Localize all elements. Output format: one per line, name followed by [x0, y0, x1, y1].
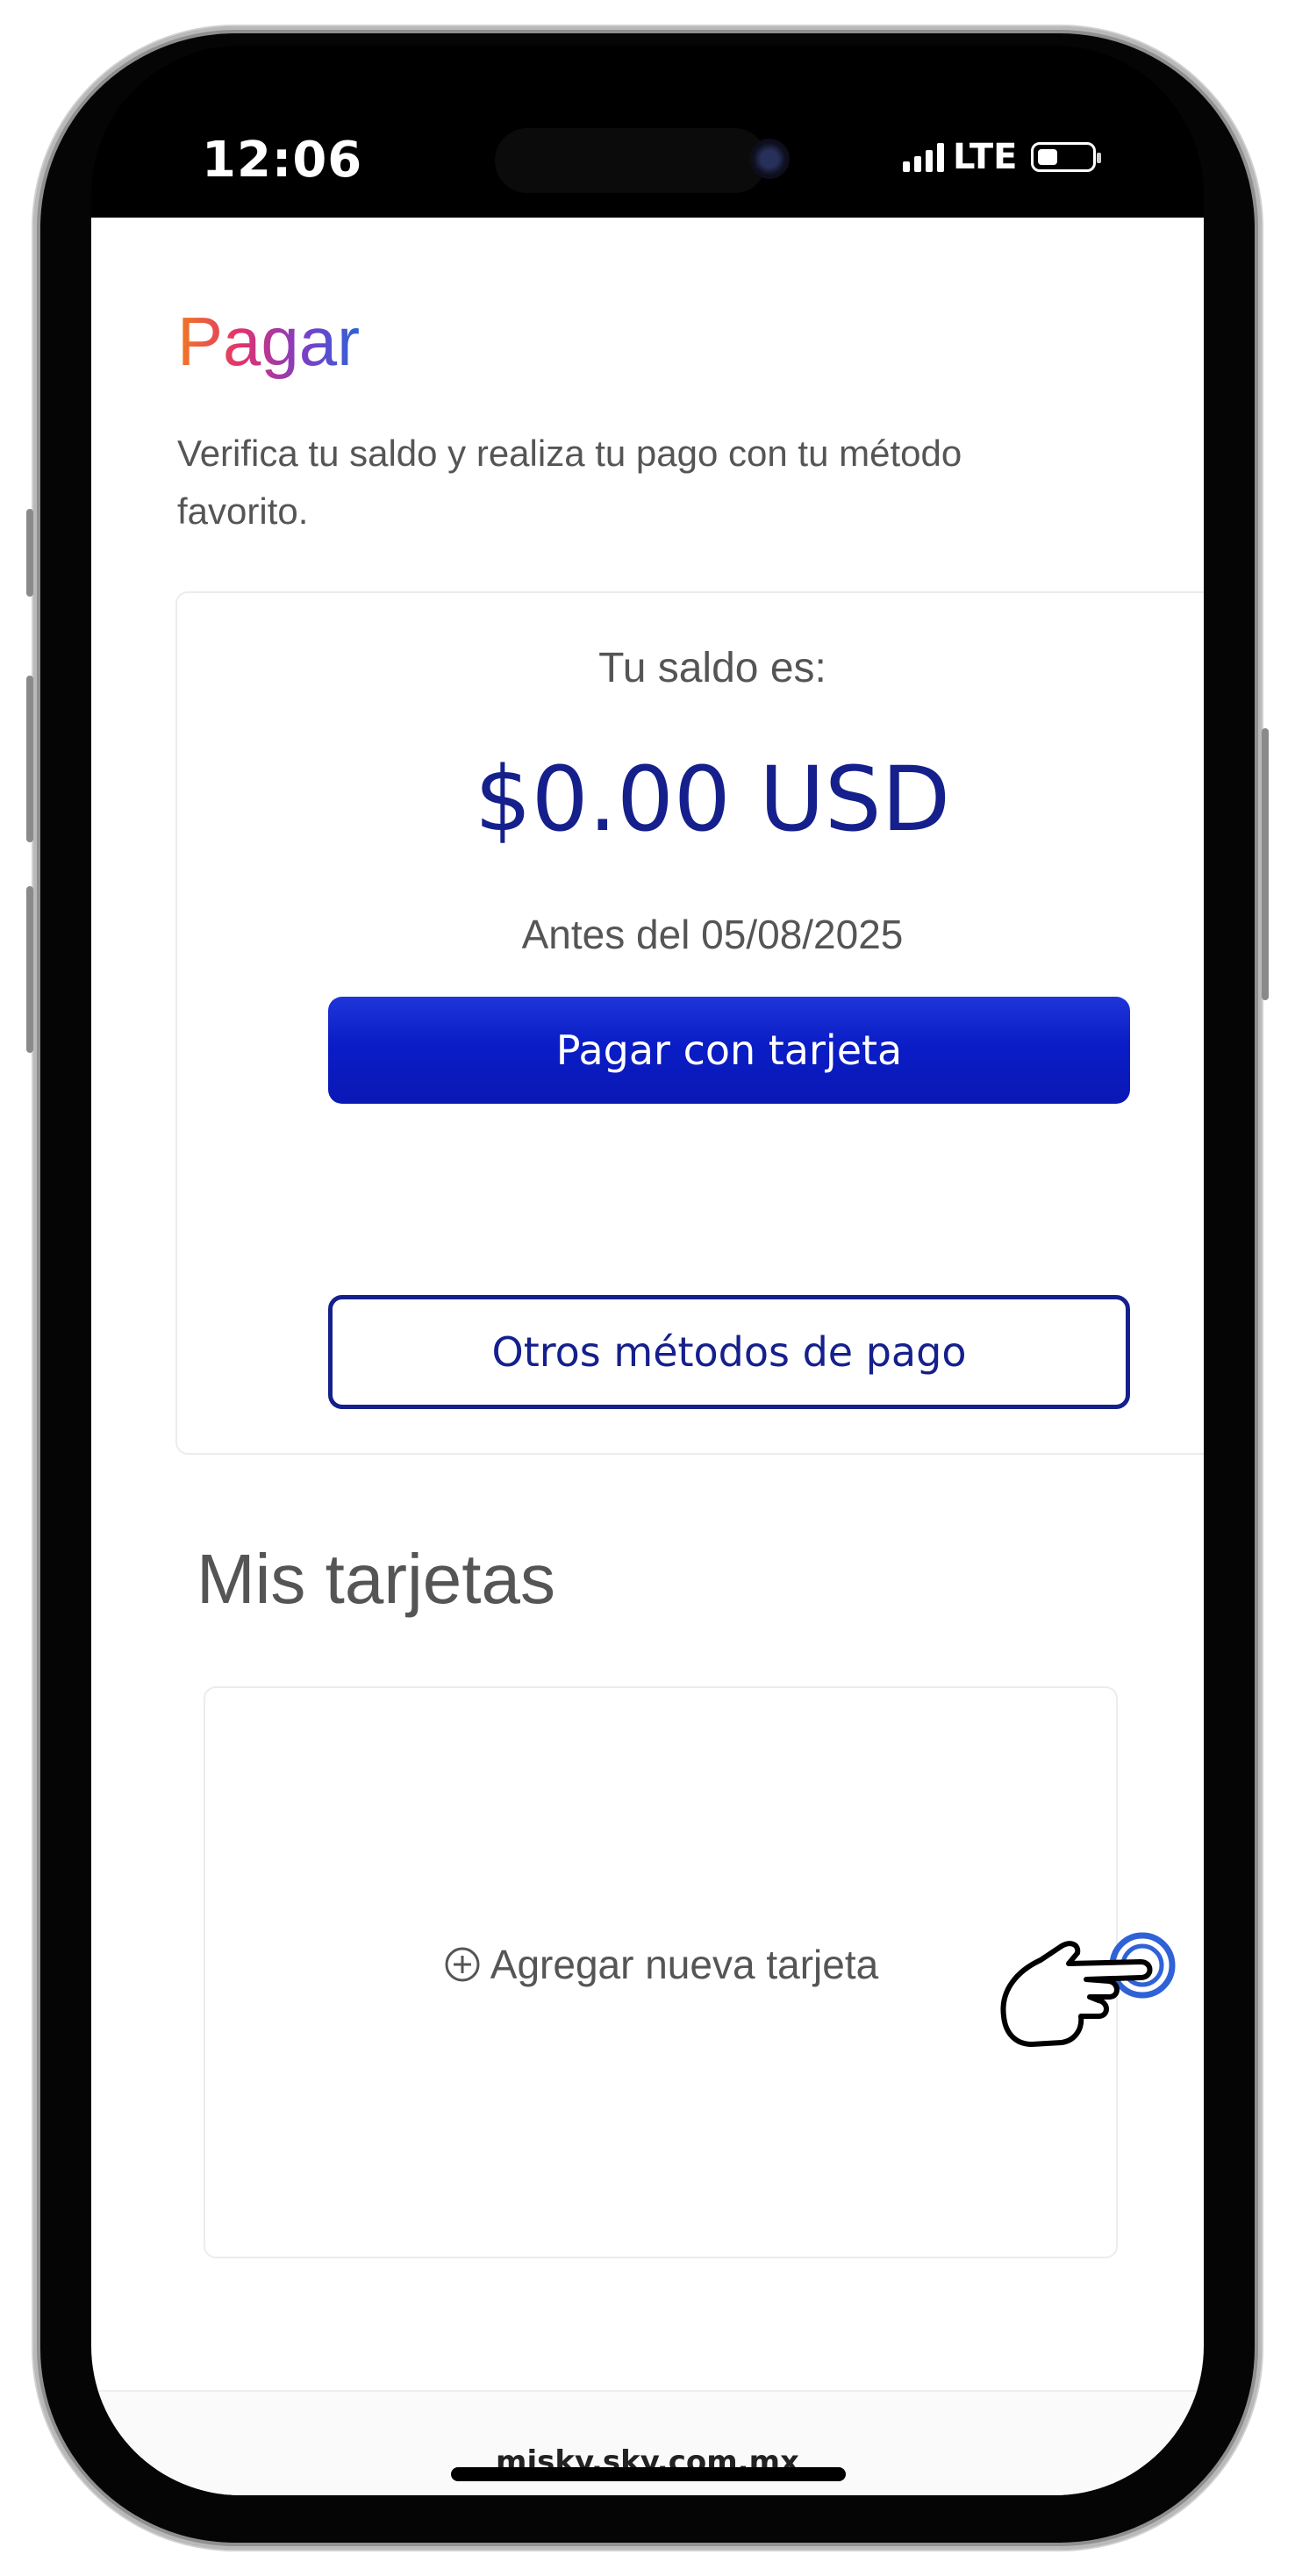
status-indicators: LTE [903, 137, 1102, 177]
hand-pointer-icon [1000, 1932, 1176, 2047]
pay-with-card-button[interactable]: Pagar con tarjeta [328, 997, 1130, 1104]
add-new-card-label: Agregar nueva tarjeta [490, 1942, 879, 1987]
balance-card: Tu saldo es: $0.00 USD Antes del 05/08/2… [175, 591, 1204, 1455]
status-time: 12:06 [202, 132, 363, 189]
volume-mute-switch [26, 509, 33, 597]
balance-label: Tu saldo es: [598, 645, 826, 691]
network-type: LTE [953, 137, 1018, 177]
battery-icon [1031, 142, 1102, 172]
my-cards-title: Mis tarjetas [197, 1540, 555, 1618]
camera-icon [749, 139, 790, 179]
plus-circle-icon [445, 1947, 480, 1982]
web-content: Pagar Verifica tu saldo y realiza tu pag… [91, 218, 1204, 2495]
phone-screen: 12:06 LTE Pagar Verifica tu saldo y real… [91, 46, 1204, 2495]
balance-amount: $0.00 USD [474, 748, 951, 852]
page-title: Pagar [177, 303, 361, 380]
add-new-card-button[interactable]: Agregar nueva tarjeta [205, 1941, 1116, 1988]
page-subtitle: Verifica tu saldo y realiza tu pago con … [177, 433, 962, 532]
other-payment-methods-button[interactable]: Otros métodos de pago [328, 1295, 1130, 1409]
volume-down-button [26, 886, 33, 1053]
status-bar: 12:06 LTE [91, 46, 1204, 218]
volume-up-button [26, 676, 33, 842]
my-cards-box: Agregar nueva tarjeta [204, 1686, 1118, 2258]
dynamic-island [495, 128, 767, 193]
power-button [1262, 728, 1269, 1000]
signal-icon [903, 142, 944, 172]
home-indicator[interactable] [451, 2467, 846, 2481]
due-date: Antes del 05/08/2025 [521, 912, 904, 957]
